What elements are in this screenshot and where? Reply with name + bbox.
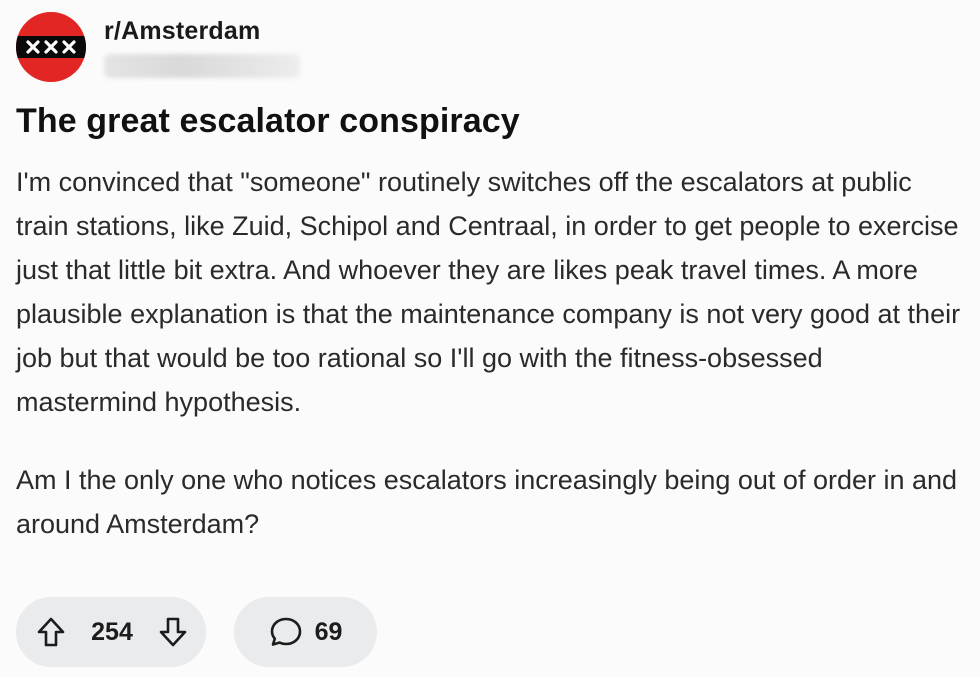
comments-button[interactable]: 69 [234, 597, 377, 667]
arrow-down-icon[interactable] [158, 616, 188, 648]
post-paragraph: Am I the only one who notices escalators… [16, 465, 958, 539]
subreddit-avatar[interactable] [16, 12, 86, 82]
post-header: r/Amsterdam [16, 12, 964, 88]
post-actions: 254 69 [16, 597, 377, 667]
subreddit-name[interactable]: r/Amsterdam [104, 16, 300, 46]
post-paragraph: I'm convinced that "someone" routinely s… [16, 167, 961, 417]
post-body: I'm convinced that "someone" routinely s… [16, 160, 966, 546]
subreddit-meta: r/Amsterdam [104, 12, 300, 78]
speech-bubble-icon [269, 616, 303, 648]
vote-pill: 254 [16, 597, 206, 667]
comment-count: 69 [314, 617, 343, 646]
vote-score: 254 [91, 617, 133, 646]
amsterdam-flag-icon [16, 36, 86, 58]
post-container: r/Amsterdam The great escalator conspira… [0, 0, 980, 677]
arrow-up-icon[interactable] [36, 616, 66, 648]
blurred-username [104, 54, 300, 78]
post-title[interactable]: The great escalator conspiracy [16, 100, 964, 142]
